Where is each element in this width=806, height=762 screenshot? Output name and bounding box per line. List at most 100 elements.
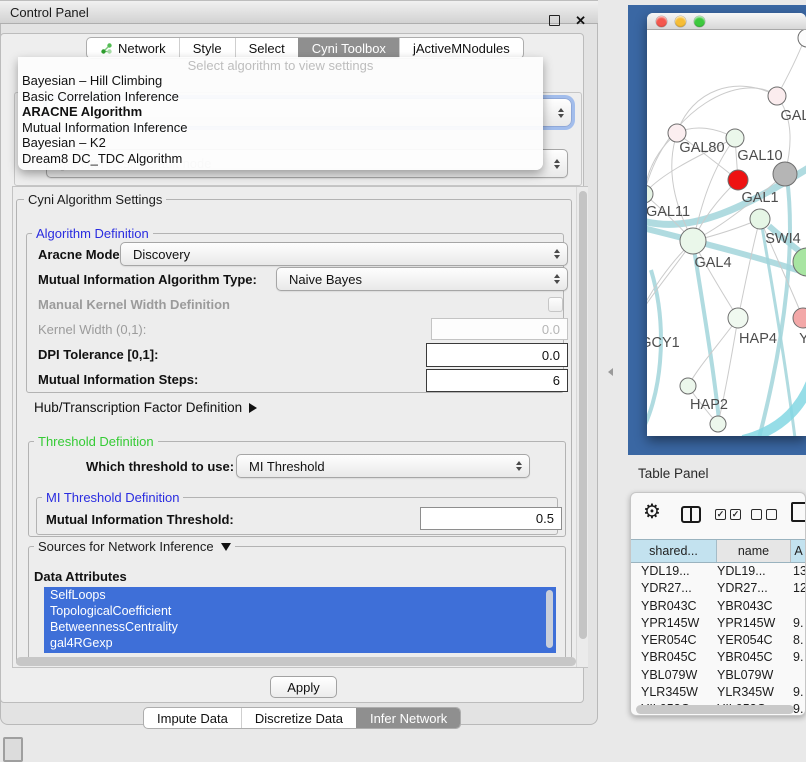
tab-label: Infer Network xyxy=(370,711,447,726)
hub-definition-toggle[interactable]: Hub/Transcription Factor Definition xyxy=(34,400,257,415)
which-threshold-combo[interactable]: MI Threshold xyxy=(236,454,530,478)
network-node[interactable] xyxy=(728,308,748,328)
table-row[interactable]: YDL19...YDL19...13 xyxy=(631,563,806,580)
tab-network[interactable]: Network xyxy=(87,38,179,58)
tab-impute-data[interactable]: Impute Data xyxy=(144,708,241,728)
tab-style[interactable]: Style xyxy=(179,38,235,58)
sources-toggle[interactable]: Sources for Network Inference xyxy=(38,540,231,553)
tab-discretize-data[interactable]: Discretize Data xyxy=(241,708,356,728)
algorithm-option[interactable]: ARACNE Algorithm xyxy=(18,104,543,120)
table-row[interactable]: YBR045CYBR045C9. xyxy=(631,649,806,666)
list-horizontal-scrollbar[interactable] xyxy=(16,657,576,666)
algorithm-option[interactable]: Bayesian – Hill Climbing xyxy=(18,73,543,89)
table-cell xyxy=(791,598,806,615)
network-node-label: GCY1 xyxy=(647,335,680,351)
aracne-mode-combo[interactable]: Discovery xyxy=(120,242,568,266)
table-cell: 12 xyxy=(791,580,806,597)
tab-label: jActiveMNodules xyxy=(413,41,510,56)
network-node[interactable] xyxy=(798,30,806,47)
table-horizontal-scrollbar[interactable] xyxy=(636,705,802,714)
attribute-item[interactable]: TopologicalCoefficient xyxy=(44,603,556,619)
table-cell: YBL079W xyxy=(631,667,717,684)
zoom-traffic-light[interactable] xyxy=(694,16,705,27)
algorithm-option[interactable]: Mutual Information Inference xyxy=(18,120,543,136)
network-node[interactable] xyxy=(773,162,797,186)
float-window-icon[interactable] xyxy=(549,15,560,26)
tab-label: Cyni Toolbox xyxy=(312,41,386,56)
table-row[interactable]: YER054CYER054C8. xyxy=(631,632,806,649)
gear-icon[interactable]: ⚙ xyxy=(643,499,661,524)
cyni-bottom-tabbar: Impute Data Discretize Data Infer Networ… xyxy=(143,707,461,729)
network-edge[interactable] xyxy=(647,133,677,194)
columns-icon[interactable] xyxy=(681,506,701,523)
list-scrollbar-thumb[interactable] xyxy=(546,590,553,648)
algorithm-option[interactable]: Basic Correlation Inference xyxy=(18,89,543,105)
manual-kernel-checkbox[interactable] xyxy=(548,297,563,312)
split-pane-collapse-icon[interactable] xyxy=(608,368,613,376)
network-edge[interactable] xyxy=(777,38,805,96)
network-node[interactable] xyxy=(750,209,770,229)
deselect-checks-icon[interactable] xyxy=(751,509,777,520)
network-node[interactable] xyxy=(710,416,726,432)
mi-steps-field[interactable]: 6 xyxy=(426,369,568,392)
mi-threshold-value: 0.5 xyxy=(536,511,554,526)
aracne-mode-label: Aracne Mode: xyxy=(38,247,124,262)
tab-infer-network[interactable]: Infer Network xyxy=(356,708,460,728)
network-edge[interactable] xyxy=(647,270,661,436)
select-all-checks-icon[interactable]: ✓✓ xyxy=(715,509,741,520)
table-row[interactable]: YDR27...YDR27...12 xyxy=(631,580,806,597)
algorithm-option[interactable]: Bayesian – K2 xyxy=(18,135,543,151)
apply-button[interactable]: Apply xyxy=(270,676,337,698)
close-icon[interactable]: ✕ xyxy=(575,13,586,29)
minimize-traffic-light[interactable] xyxy=(675,16,686,27)
network-icon xyxy=(100,42,113,55)
network-node-label: GAL80 xyxy=(679,140,724,156)
network-node[interactable] xyxy=(726,129,744,147)
column-header-name[interactable]: name xyxy=(717,540,791,562)
manual-kernel-label: Manual Kernel Width Definition xyxy=(38,297,230,312)
kernel-width-value: 0.0 xyxy=(542,322,560,337)
tab-select[interactable]: Select xyxy=(235,38,298,58)
tab-cyni-toolbox[interactable]: Cyni Toolbox xyxy=(298,38,399,58)
settings-vertical-scrollbar[interactable] xyxy=(576,187,588,667)
disclosure-right-icon xyxy=(249,403,257,413)
scrollbar-thumb[interactable] xyxy=(636,705,794,714)
data-attributes-list[interactable]: SelfLoopsTopologicalCoefficientBetweenne… xyxy=(44,587,556,653)
export-table-icon[interactable] xyxy=(791,502,806,522)
mi-algorithm-type-combo[interactable]: Naive Bayes xyxy=(276,267,568,291)
attribute-item[interactable]: BetweennessCentrality xyxy=(44,619,556,635)
control-panel-titlebar[interactable]: Control Panel ✕ xyxy=(0,0,598,24)
algorithm-option[interactable]: Dream8 DC_TDC Algorithm xyxy=(18,151,543,167)
network-node[interactable] xyxy=(680,378,696,394)
table-row[interactable]: YPR145WYPR145W9. xyxy=(631,615,806,632)
network-node[interactable] xyxy=(728,170,748,190)
column-header-partial[interactable]: A xyxy=(791,540,806,562)
table-cell: YDL19... xyxy=(717,563,791,580)
scrollbar-thumb[interactable] xyxy=(579,191,587,639)
network-graph[interactable]: GALGAL80GAL10GAL1GAL11SWI4GAL4GCY1HAP4YH… xyxy=(647,30,806,436)
table-cell: YDL19... xyxy=(631,563,717,580)
dpi-tolerance-field[interactable]: 0.0 xyxy=(426,343,568,367)
network-canvas[interactable]: GALGAL80GAL10GAL1GAL11SWI4GAL4GCY1HAP4YH… xyxy=(647,30,806,436)
network-window-titlebar[interactable] xyxy=(647,13,806,30)
network-node[interactable] xyxy=(793,308,806,328)
network-node-label: HAP4 xyxy=(739,331,777,347)
mi-steps-value: 6 xyxy=(553,373,560,388)
attribute-item[interactable]: SelfLoops xyxy=(44,587,556,603)
dock-panel-icon[interactable] xyxy=(3,737,23,762)
tab-label: Discretize Data xyxy=(255,711,343,726)
network-node[interactable] xyxy=(680,228,706,254)
close-traffic-light[interactable] xyxy=(656,16,667,27)
attribute-item[interactable]: gal4RGexp xyxy=(44,635,556,651)
network-edge[interactable] xyxy=(677,86,777,133)
scrollbar-thumb[interactable] xyxy=(16,657,576,666)
column-header-shared-name[interactable]: shared... xyxy=(631,540,717,562)
table-row[interactable]: YLR345WYLR345W9. xyxy=(631,684,806,701)
tab-jactivemnodules[interactable]: jActiveMNodules xyxy=(399,38,523,58)
network-edge[interactable] xyxy=(738,219,760,318)
kernel-width-field[interactable]: 0.0 xyxy=(431,318,568,340)
table-row[interactable]: YBL079WYBL079W xyxy=(631,667,806,684)
table-row[interactable]: YBR043CYBR043C xyxy=(631,598,806,615)
mi-threshold-field[interactable]: 0.5 xyxy=(420,507,562,530)
network-node[interactable] xyxy=(768,87,786,105)
